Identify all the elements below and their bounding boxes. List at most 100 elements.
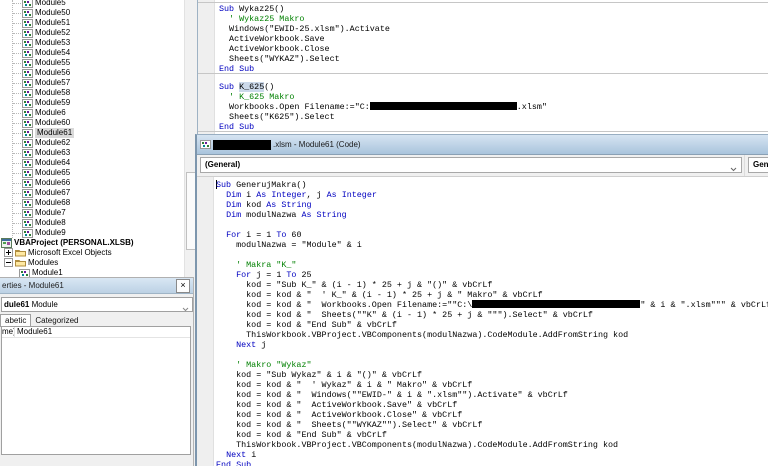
tree-item-module53[interactable]: Module53	[0, 38, 184, 48]
code-line: End Sub	[216, 460, 251, 466]
module-icon	[19, 268, 30, 277]
tree-item-module7[interactable]: Module7	[0, 208, 184, 218]
object-dropdown-value: (General)	[205, 160, 240, 169]
object-type: Module	[29, 300, 57, 309]
tree-item-module58[interactable]: Module58	[0, 88, 184, 98]
tree-item-module63[interactable]: Module63	[0, 148, 184, 158]
code-editor[interactable]: Sub GenerujMakra() Dim i As Integer, j A…	[197, 177, 768, 466]
code-line: For i = 1 To 60	[216, 230, 301, 240]
code-line: kod = kod & " Workbooks.Open Filename:="…	[216, 300, 768, 310]
dropdown-divider	[744, 155, 745, 176]
code-line: ThisWorkbook.VBProject.VBComponents(modu…	[216, 440, 618, 450]
tree-item-module60[interactable]: Module60	[0, 118, 184, 128]
property-row[interactable]: me)Module61	[2, 327, 190, 338]
tree-item-module8[interactable]: Module8	[0, 218, 184, 228]
tree-item-module52[interactable]: Module52	[0, 28, 184, 38]
tree-item-module55[interactable]: Module55	[0, 58, 184, 68]
code-window-module61[interactable]: .xlsm - Module61 (Code) (General) Gene S…	[195, 134, 768, 466]
tree-item-module56[interactable]: Module56	[0, 68, 184, 78]
property-value[interactable]: Module61	[15, 327, 190, 337]
vba-editor-workspace: Module5Module50Module51Module52Module53M…	[0, 0, 768, 466]
tree-item-label: Module50	[35, 8, 70, 18]
tree-item-label: Module51	[35, 18, 70, 28]
tree-item-module62[interactable]: Module62	[0, 138, 184, 148]
code-line: Sub Wykaz25()	[219, 4, 284, 14]
code-line: Sub K_625()	[219, 82, 274, 92]
tree-item-vbaproject-personal-xlsb-[interactable]: VBAProject (PERSONAL.XLSB)	[0, 238, 184, 248]
code-line: ' Makra "K_"	[216, 260, 296, 270]
code-line: kod = kod & " Sheets(""WYKAZ"").Select" …	[216, 420, 482, 430]
tree-item-label: Modules	[28, 258, 58, 268]
redacted-filename	[213, 140, 271, 150]
tree-item-label: Module57	[35, 78, 70, 88]
property-name: me)	[2, 327, 15, 337]
project-explorer[interactable]: Module5Module50Module51Module52Module53M…	[0, 0, 184, 277]
procedure-separator	[198, 131, 768, 132]
tree-item-module64[interactable]: Module64	[0, 158, 184, 168]
properties-titlebar[interactable]: erties - Module61 ×	[0, 278, 193, 294]
tree-item-label: Module6	[35, 108, 66, 118]
tree-item-microsoft-excel-objects[interactable]: Microsoft Excel Objects	[0, 248, 184, 258]
tree-item-module5[interactable]: Module5	[0, 0, 184, 8]
tree-item-label: Module62	[35, 138, 70, 148]
tree-item-label: Module53	[35, 38, 70, 48]
code-line: Sheets("WYKAZ").Select	[219, 54, 340, 64]
properties-tabs: abeticCategorized	[0, 314, 83, 326]
tree-item-module59[interactable]: Module59	[0, 98, 184, 108]
tree-item-label: Module5	[35, 0, 66, 8]
properties-object-dropdown[interactable]: dule61 Module	[1, 297, 193, 312]
redacted-text	[370, 102, 517, 110]
tree-item-module66[interactable]: Module66	[0, 178, 184, 188]
code-line: ' Makro "Wykaz"	[216, 360, 312, 370]
code-line: ActiveWorkbook.Save	[219, 34, 325, 44]
tree-item-module9[interactable]: Module9	[0, 228, 184, 238]
tree-item-label: Module61	[35, 128, 74, 138]
tree-item-label: Module8	[35, 218, 66, 228]
tree-item-module50[interactable]: Module50	[0, 8, 184, 18]
properties-grid[interactable]: me)Module61	[1, 326, 191, 455]
chevron-down-icon	[730, 163, 737, 173]
procedure-separator	[198, 73, 768, 74]
tree-item-module51[interactable]: Module51	[0, 18, 184, 28]
code-margin	[197, 177, 214, 466]
code-line: kod = "Sub Wykaz" & i & "()" & vbCrLf	[216, 370, 422, 380]
tree-item-label: Module52	[35, 28, 70, 38]
close-icon[interactable]: ×	[176, 279, 190, 293]
code-window-titlebar[interactable]: .xlsm - Module61 (Code)	[197, 135, 768, 155]
tree-item-module6[interactable]: Module6	[0, 108, 184, 118]
code-line: kod = kod & "End Sub" & vbCrLf	[216, 430, 387, 440]
chevron-down-icon	[182, 303, 189, 316]
tree-item-label: VBAProject (PERSONAL.XLSB)	[14, 238, 134, 248]
tree-item-label: Module67	[35, 188, 70, 198]
properties-window: erties - Module61 × dule61 Module abetic…	[0, 277, 194, 466]
tree-item-module57[interactable]: Module57	[0, 78, 184, 88]
object-dropdown[interactable]: (General)	[200, 157, 742, 173]
code-line: kod = kod & " ActiveWorkbook.Close" & vb…	[216, 410, 462, 420]
redacted-text	[472, 300, 640, 308]
code-line: kod = "Sub K_" & (i - 1) * 25 + j & "()"…	[216, 280, 492, 290]
procedure-separator	[198, 2, 768, 3]
code-line: kod = kod & "End Sub" & vbCrLf	[216, 320, 397, 330]
tree-item-label: Module58	[35, 88, 70, 98]
tree-item-module68[interactable]: Module68	[0, 198, 184, 208]
code-line: Dim i As Integer, j As Integer	[216, 190, 377, 200]
tree-item-modules[interactable]: Modules	[0, 258, 184, 268]
tree-item-label: Module60	[35, 118, 70, 128]
tree-item-module1[interactable]: Module1	[0, 268, 184, 277]
module-icon	[200, 139, 211, 151]
code-line: ' Wykaz25 Makro	[219, 14, 304, 24]
procedure-dropdown[interactable]: Gene	[748, 157, 768, 173]
tree-item-module54[interactable]: Module54	[0, 48, 184, 58]
tree-item-module65[interactable]: Module65	[0, 168, 184, 178]
code-line: kod = kod & " ' Wykaz" & i & " Makro" & …	[216, 380, 472, 390]
code-line: ' K_625 Makro	[219, 92, 294, 102]
tree-item-label: Module59	[35, 98, 70, 108]
code-window-top[interactable]: Sub Wykaz25() ' Wykaz25 Makro Windows("E…	[197, 0, 768, 134]
tree-item-module61[interactable]: Module61	[0, 128, 184, 138]
tree-item-module67[interactable]: Module67	[0, 188, 184, 198]
tree-item-label: Module1	[32, 268, 63, 277]
tree-item-label: Module55	[35, 58, 70, 68]
tree-item-label: Module68	[35, 198, 70, 208]
tree-item-label: Microsoft Excel Objects	[28, 248, 112, 258]
window-title: .xlsm - Module61 (Code)	[273, 140, 361, 149]
